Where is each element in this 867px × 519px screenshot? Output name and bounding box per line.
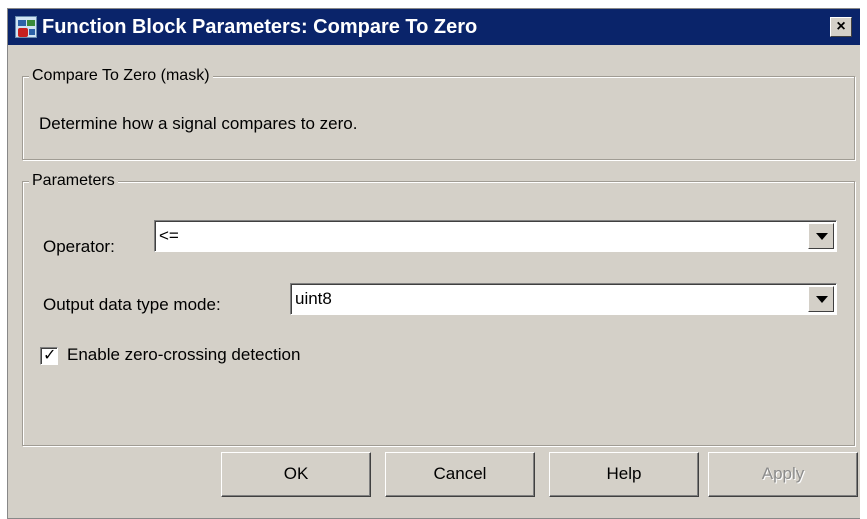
window-title: Function Block Parameters: Compare To Ze… [42,16,478,38]
close-button[interactable]: × [830,17,852,37]
chevron-down-icon[interactable] [808,223,834,249]
cancel-button[interactable]: Cancel [385,452,535,497]
zero-crossing-checkbox[interactable]: ✓ [40,347,58,365]
simulink-block-icon [15,16,37,38]
parameters-group-legend: Parameters [29,170,118,192]
checkmark-icon: ✓ [43,347,57,364]
ok-button[interactable]: OK [221,452,371,497]
output-data-type-dropdown[interactable]: uint8 [290,283,837,315]
zero-crossing-label: Enable zero-crossing detection [67,345,301,364]
operator-value: <= [159,226,179,245]
output-data-type-value: uint8 [295,289,332,308]
operator-label: Operator: [43,237,115,256]
help-button[interactable]: Help [549,452,699,497]
block-parameters-dialog: Function Block Parameters: Compare To Ze… [7,8,860,519]
mask-description-group: Compare To Zero (mask) Determine how a s… [22,65,855,160]
mask-group-legend: Compare To Zero (mask) [29,65,213,87]
operator-dropdown[interactable]: <= [154,220,837,252]
apply-button: Apply [708,452,858,497]
mask-description: Determine how a signal compares to zero. [39,114,358,133]
chevron-down-icon[interactable] [808,286,834,312]
output-data-type-label: Output data type mode: [43,295,221,314]
title-bar[interactable]: Function Block Parameters: Compare To Ze… [8,9,860,45]
